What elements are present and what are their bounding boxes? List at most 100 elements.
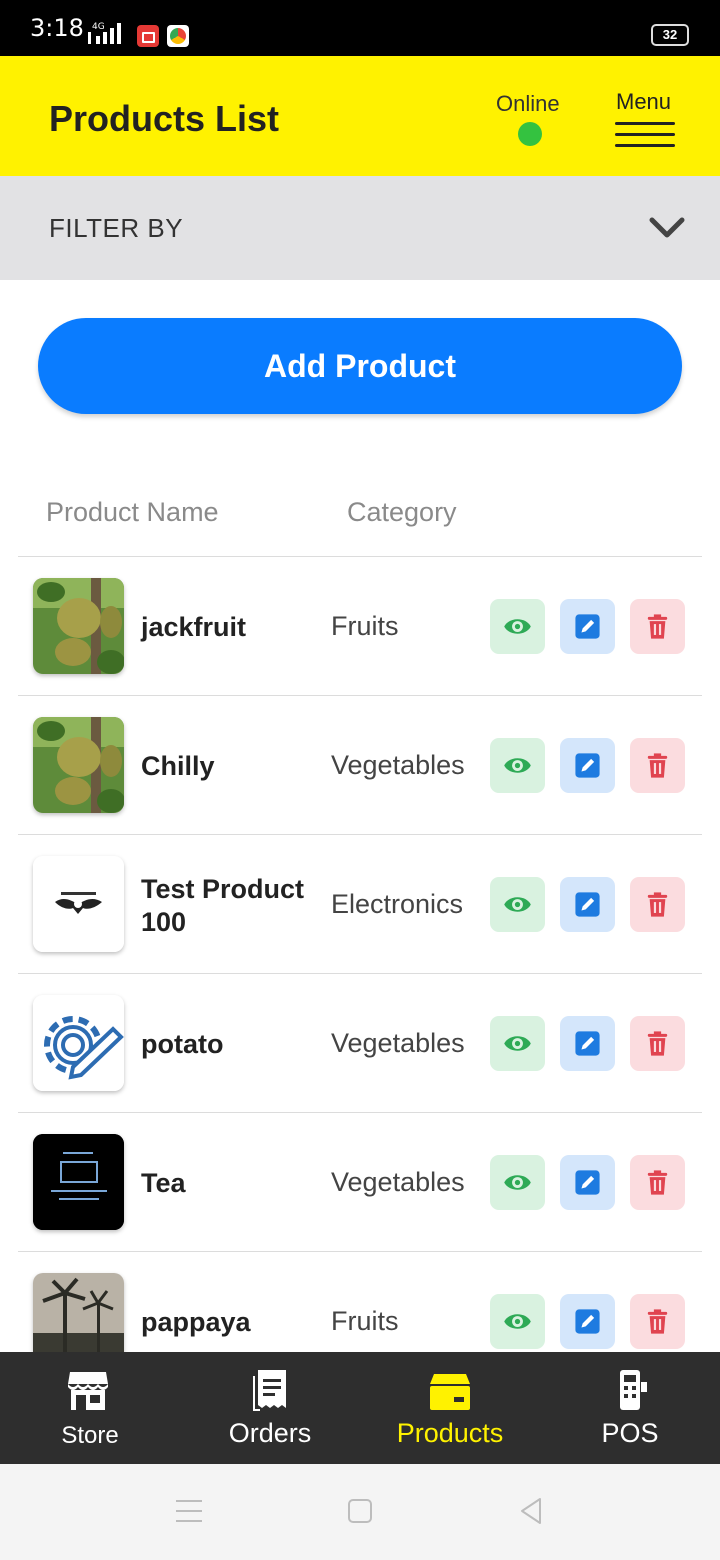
edit-button[interactable]: [560, 1155, 615, 1210]
online-status-dot: [518, 122, 542, 146]
nav-label: Store: [61, 1422, 119, 1449]
home-icon[interactable]: [347, 1498, 373, 1524]
hamburger-line: [615, 133, 675, 136]
jackfruit-photo: [33, 717, 124, 813]
nav-label: Products: [396, 1418, 504, 1448]
battery-icon: 32: [651, 24, 689, 46]
product-category: Vegetables: [331, 1028, 465, 1058]
edit-icon: [575, 1031, 600, 1056]
app-header: Products List Online Menu: [0, 56, 720, 176]
screen-recorder-icon: [137, 25, 159, 47]
menu-label: Menu: [616, 89, 672, 114]
box-icon: [430, 1374, 470, 1410]
table-row: Tea Vegetables: [0, 1113, 720, 1252]
delete-button[interactable]: [630, 1294, 685, 1349]
column-header-category: Category: [347, 497, 457, 527]
filter-dropdown[interactable]: FILTER BY: [0, 176, 720, 280]
menu-button[interactable]: Menu: [612, 89, 678, 155]
eye-icon: [504, 1175, 531, 1190]
view-button[interactable]: [490, 1294, 545, 1349]
eye-icon: [504, 897, 531, 912]
trash-icon: [647, 753, 668, 778]
edit-button[interactable]: [560, 1016, 615, 1071]
product-name: pappaya: [141, 1307, 251, 1337]
edit-icon: [575, 892, 600, 917]
product-name: Test Product 100: [141, 874, 305, 937]
nav-item-orders[interactable]: Orders: [180, 1352, 360, 1464]
view-button[interactable]: [490, 738, 545, 793]
nav-label: Orders: [228, 1418, 312, 1448]
product-image: [33, 578, 124, 674]
winged-logo: [33, 856, 124, 952]
edit-button[interactable]: [560, 599, 615, 654]
edit-icon: [575, 753, 600, 778]
product-name: Tea: [141, 1168, 186, 1198]
product-image: [33, 995, 124, 1091]
product-category: Vegetables: [331, 1167, 465, 1197]
life-is-strange-logo: [33, 1134, 124, 1230]
delete-button[interactable]: [630, 1016, 685, 1071]
pos-terminal-icon: [620, 1370, 647, 1410]
trash-icon: [647, 1031, 668, 1056]
product-category: Fruits: [331, 1306, 399, 1336]
trash-icon: [647, 892, 668, 917]
delete-button[interactable]: [630, 738, 685, 793]
system-nav-bar: [0, 1464, 720, 1560]
signal-icon: 4G: [88, 22, 121, 44]
product-name: potato: [141, 1029, 224, 1059]
product-image: [33, 1134, 124, 1230]
back-icon[interactable]: [518, 1496, 544, 1526]
filter-label: FILTER BY: [49, 213, 184, 243]
nav-label: POS: [601, 1418, 659, 1448]
edit-icon: [575, 1170, 600, 1195]
delete-button[interactable]: [630, 1155, 685, 1210]
edit-button[interactable]: [560, 738, 615, 793]
table-row: jackfruit Fruits: [0, 557, 720, 696]
edit-button[interactable]: [560, 1294, 615, 1349]
nav-item-store[interactable]: Store: [0, 1352, 180, 1464]
trash-icon: [647, 1170, 668, 1195]
edit-button[interactable]: [560, 877, 615, 932]
eye-icon: [504, 619, 531, 634]
view-button[interactable]: [490, 1155, 545, 1210]
status-bar: 3:18 4G 32: [0, 0, 720, 56]
delete-button[interactable]: [630, 877, 685, 932]
column-header-product-name: Product Name: [46, 497, 219, 527]
online-status-label: Online: [496, 91, 560, 116]
trash-icon: [647, 614, 668, 639]
view-button[interactable]: [490, 877, 545, 932]
view-button[interactable]: [490, 1016, 545, 1071]
bottom-nav: Store Orders Products POS: [0, 1352, 720, 1464]
table-row: Chilly Vegetables: [0, 696, 720, 835]
eye-icon: [504, 1036, 531, 1051]
chevron-down-icon: [649, 217, 685, 238]
product-image: [33, 856, 124, 952]
gear-pencil-logo: [33, 995, 124, 1091]
product-category: Electronics: [331, 889, 464, 919]
eye-icon: [504, 1314, 531, 1329]
hamburger-line: [615, 122, 675, 125]
eye-icon: [504, 758, 531, 773]
recent-apps-icon[interactable]: [175, 1498, 203, 1524]
hamburger-line: [615, 144, 675, 147]
jackfruit-photo: [33, 578, 124, 674]
nav-item-products[interactable]: Products: [360, 1352, 540, 1464]
status-time: 3:18: [30, 14, 84, 42]
edit-icon: [575, 614, 600, 639]
table-row: Test Product 100 Electronics: [0, 835, 720, 974]
product-image: [33, 717, 124, 813]
store-icon: [68, 1372, 108, 1410]
view-button[interactable]: [490, 599, 545, 654]
nav-item-pos[interactable]: POS: [540, 1352, 720, 1464]
add-product-button[interactable]: Add Product: [38, 318, 682, 414]
receipt-icon: [253, 1370, 286, 1411]
product-name: Chilly: [141, 751, 215, 781]
table-row: potato Vegetables: [0, 974, 720, 1113]
delete-button[interactable]: [630, 599, 685, 654]
product-name: jackfruit: [141, 612, 247, 642]
page-title: Products List: [49, 98, 280, 139]
product-category: Vegetables: [331, 750, 465, 780]
svg-text:4G: 4G: [92, 22, 105, 32]
product-category: Fruits: [331, 611, 399, 641]
chrome-icon: [167, 25, 189, 47]
